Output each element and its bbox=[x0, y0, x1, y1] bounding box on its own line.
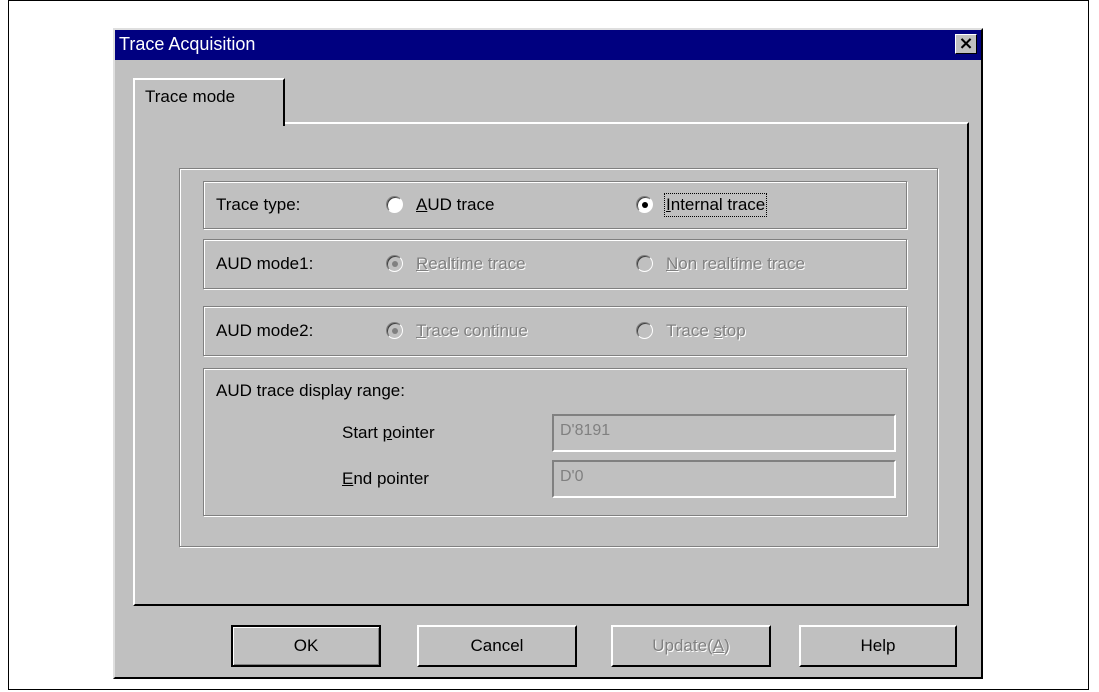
start-pointer-field[interactable]: D'8191 bbox=[552, 414, 896, 452]
aud-mode1-group: AUD mode1: Realtime trace Non realtime t… bbox=[203, 239, 907, 289]
aud-trace-label[interactable]: AUD trace bbox=[416, 195, 494, 215]
trace-type-label: Trace type: bbox=[216, 195, 301, 214]
aud-mode1-label: AUD mode1: bbox=[216, 254, 314, 273]
tab-trace-mode[interactable]: Trace mode bbox=[133, 78, 285, 126]
trace-acquisition-dialog: Trace Acquisition × Trace mode Trace typ… bbox=[113, 28, 983, 679]
end-pointer-label: End pointer bbox=[342, 469, 429, 488]
title-bar[interactable]: Trace Acquisition × bbox=[115, 30, 981, 60]
non-realtime-trace-label[interactable]: Non realtime trace bbox=[666, 254, 805, 274]
aud-trace-radio[interactable] bbox=[386, 196, 403, 213]
realtime-trace-radio[interactable] bbox=[386, 255, 403, 272]
radio-selected-dot bbox=[392, 328, 398, 334]
ok-button[interactable]: OK bbox=[231, 625, 381, 667]
trace-continue-radio[interactable] bbox=[386, 322, 403, 339]
realtime-trace-label[interactable]: Realtime trace bbox=[416, 254, 526, 274]
internal-trace-label[interactable]: Internal trace bbox=[663, 193, 768, 217]
display-range-label: AUD trace display range: bbox=[216, 381, 405, 400]
trace-stop-label[interactable]: Trace stop bbox=[666, 321, 746, 341]
update-button[interactable]: Update(A) bbox=[611, 625, 771, 667]
start-pointer-label: Start pointer bbox=[342, 423, 435, 442]
trace-type-group: Trace type: AUD trace Internal trace bbox=[203, 181, 907, 229]
window-title: Trace Acquisition bbox=[119, 34, 256, 54]
aud-mode2-label: AUD mode2: bbox=[216, 321, 314, 340]
display-range-group: AUD trace display range: Start pointer D… bbox=[203, 368, 907, 516]
non-realtime-trace-radio[interactable] bbox=[636, 255, 653, 272]
end-pointer-field[interactable]: D'0 bbox=[552, 460, 896, 498]
help-button[interactable]: Help bbox=[799, 625, 957, 667]
internal-trace-radio[interactable] bbox=[636, 196, 653, 213]
trace-continue-label[interactable]: Trace continue bbox=[416, 321, 528, 341]
cancel-button[interactable]: Cancel bbox=[417, 625, 577, 667]
aud-mode2-group: AUD mode2: Trace continue Trace stop bbox=[203, 306, 907, 356]
trace-stop-radio[interactable] bbox=[636, 322, 653, 339]
radio-selected-dot bbox=[392, 261, 398, 267]
radio-selected-dot bbox=[642, 202, 648, 208]
close-icon[interactable]: × bbox=[955, 34, 977, 54]
